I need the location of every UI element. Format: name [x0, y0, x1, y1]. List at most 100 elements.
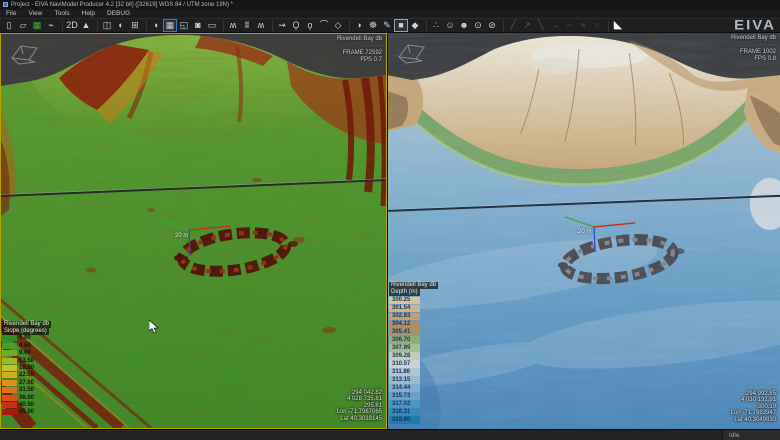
menu-file[interactable]: File	[0, 10, 22, 17]
pin-icon[interactable]: Ϙ	[289, 19, 303, 32]
legend-color-chip	[2, 335, 17, 342]
grid-icon[interactable]: ⊞	[128, 19, 142, 32]
line-back-icon[interactable]: ╲	[534, 19, 548, 32]
legend-color-chip	[2, 379, 17, 386]
legend-value: 302.83	[392, 313, 411, 320]
frame-view-icon[interactable]: ◱	[177, 19, 191, 32]
pointer-icon[interactable]: ▲	[79, 19, 93, 32]
line-smooth-icon[interactable]: ≈	[576, 19, 590, 32]
table-view-icon[interactable]: ▦	[163, 19, 177, 32]
toolbar-buttons: ▯ ▱ ▦ ⌁ 2D ▲ ◫ ◐ ⊞ ◖ ▦ ◱ ◙ ▭ ʍ ʬ ʍ ⇝ Ϙ ϙ…	[2, 19, 625, 32]
legend-value: 304.12	[392, 321, 411, 328]
legend-value: 22.50	[19, 372, 35, 379]
viewport-depth[interactable]: Rivendell Bay db ··········· FRAME 1002 …	[388, 33, 780, 429]
legend-entry: 309.28	[389, 352, 420, 361]
save-icon[interactable]: ▦	[30, 19, 44, 32]
legend-entry: 315.73	[389, 392, 420, 401]
legend-entry: 307.99	[389, 344, 420, 353]
depth-legend: Rivendell Bay db Depth (m) 300.25 301.54…	[389, 282, 439, 424]
smiley-dark-icon[interactable]: ☻	[457, 19, 471, 32]
ruler-icon[interactable]: ▭	[205, 19, 219, 32]
node-remove-icon[interactable]: ⊘	[485, 19, 499, 32]
legend-value: 319.60	[392, 417, 411, 424]
cube-3d-icon[interactable]: ◫	[97, 19, 114, 32]
legend-value: 45.00	[19, 409, 35, 416]
legend-entry: 18.00	[2, 364, 51, 371]
viewport-slope[interactable]: Rivendell Bay db ··········· FRAME 72592…	[0, 33, 387, 429]
line-tool-icon[interactable]: ╱	[503, 19, 520, 32]
draw-hand-icon[interactable]: ✎	[380, 19, 394, 32]
legend-entry: 319.60	[389, 416, 420, 424]
legend-entry: 311.86	[389, 368, 420, 377]
legend-value: 311.86	[392, 369, 411, 376]
menu-view[interactable]: View	[22, 10, 48, 17]
line-extend-icon[interactable]: →	[548, 19, 562, 32]
window-title: Project - EIVA NaviModel Producer 4.2 [3…	[11, 1, 233, 8]
legend-value: 13.50	[19, 357, 35, 364]
legend-value: 317.02	[392, 401, 411, 408]
legend-entry: 304.12	[389, 320, 420, 329]
arc-icon[interactable]: ⌒	[317, 19, 331, 32]
tag-icon[interactable]: ◆	[408, 19, 422, 32]
pin-alt-icon[interactable]: ϙ	[303, 19, 317, 32]
open-folder-icon[interactable]: ▱	[16, 19, 30, 32]
polygon-icon[interactable]: ◇	[331, 19, 345, 32]
legend-color-chip	[2, 394, 17, 401]
scale-annotation: 20 m	[578, 229, 592, 235]
palette-icon[interactable]: ☸	[366, 19, 380, 32]
title-bar: Project - EIVA NaviModel Producer 4.2 [3…	[0, 0, 780, 9]
legend-color-chip	[2, 350, 17, 357]
orientation-cube-icon[interactable]	[395, 38, 429, 66]
fill-square-icon[interactable]: ■	[394, 19, 408, 32]
legend-value: 18.00	[19, 364, 35, 371]
legend-color-chip	[2, 387, 17, 394]
legend-entry: 45.00	[2, 409, 51, 416]
legend-entry: 22.50	[2, 372, 51, 379]
scatter-points-icon[interactable]: ∴	[426, 19, 443, 32]
slope-terrain-scene[interactable]	[1, 34, 386, 428]
menu-tools[interactable]: Tools	[48, 10, 75, 17]
smiley-icon[interactable]: ☺	[443, 19, 457, 32]
node-add-icon[interactable]: ⊙	[471, 19, 485, 32]
legend-entry: 9.00	[2, 349, 51, 357]
legend-entry: 27.00	[2, 379, 51, 386]
circle-tool-icon[interactable]: ○	[590, 19, 604, 32]
viewport-split: Rivendell Bay db ··········· FRAME 72592…	[0, 33, 780, 429]
model-name: Rivendell Bay db	[336, 36, 382, 42]
legend-value: 315.73	[392, 393, 411, 400]
coordinate-line: Lat 40.3049830	[734, 416, 776, 423]
menu-help[interactable]: Help	[76, 10, 101, 17]
legend-color-chip	[2, 342, 17, 349]
legend-model-name: Rivendell Bay db	[389, 282, 439, 290]
legend-value: 305.41	[392, 329, 411, 336]
legend-color-chip	[2, 409, 17, 416]
line-arrow-icon[interactable]: ↗	[520, 19, 534, 32]
legend-value: 0.00	[19, 335, 31, 342]
globe-icon[interactable]: ◐	[114, 19, 128, 32]
model-meta: ···········	[363, 43, 382, 49]
menu-debug[interactable]: DEBUG	[101, 10, 136, 17]
legend-entry: 36.00	[2, 394, 51, 401]
profile-wave-icon[interactable]: ʍ	[223, 19, 240, 32]
legend-color-chip	[2, 372, 17, 379]
legend-value: 27.00	[19, 379, 35, 386]
camera-icon[interactable]: ◙	[191, 19, 205, 32]
route-icon[interactable]: ⇝	[272, 19, 289, 32]
legend-value: 310.57	[392, 361, 411, 368]
legend-entry: 305.41	[389, 328, 420, 337]
orientation-cube-icon[interactable]	[8, 39, 42, 67]
line-flat-icon[interactable]: −	[562, 19, 576, 32]
eiva-logo: EIVA	[734, 17, 776, 34]
lasso-icon[interactable]: ◖	[146, 19, 163, 32]
model-meta: ···········	[757, 42, 776, 48]
new-file-icon[interactable]: ▯	[2, 19, 16, 32]
legend-value: 40.50	[19, 401, 35, 408]
profile-dip-icon[interactable]: ʍ	[254, 19, 268, 32]
legend-value: 301.54	[392, 305, 411, 312]
app-icon	[3, 2, 8, 7]
profile-peaks-icon[interactable]: ʬ	[240, 19, 254, 32]
view-2d-icon[interactable]: 2D	[62, 19, 79, 32]
slope-profile-icon[interactable]: ◣	[608, 19, 625, 32]
shaded-sphere-icon[interactable]: ◑	[349, 19, 366, 32]
connect-plug-icon[interactable]: ⌁	[44, 19, 58, 32]
